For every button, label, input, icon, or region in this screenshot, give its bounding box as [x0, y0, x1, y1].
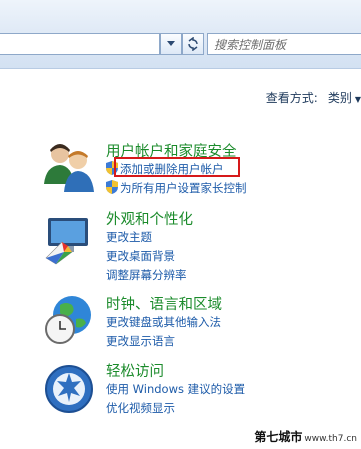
appearance-icon: [45, 218, 88, 265]
address-bar[interactable]: [0, 33, 160, 55]
ease-of-access-icon: [45, 365, 93, 413]
chevron-down-icon: [167, 41, 175, 46]
refresh-icon: [188, 37, 198, 51]
category-title[interactable]: 时钟、语言和区域: [106, 293, 222, 314]
change-display-language-link[interactable]: 更改显示语言: [106, 333, 175, 349]
parental-controls-link[interactable]: 为所有用户设置家长控制: [106, 180, 247, 196]
adjust-screen-resolution-link[interactable]: 调整屏幕分辨率: [106, 267, 187, 283]
change-desktop-background-link[interactable]: 更改桌面背景: [106, 248, 175, 264]
optimize-visual-display-link[interactable]: 优化视频显示: [106, 400, 175, 416]
change-theme-link[interactable]: 更改主题: [106, 229, 152, 245]
recommended-settings-link[interactable]: 使用 Windows 建议的设置: [106, 381, 245, 397]
view-by-value[interactable]: 类别: [328, 91, 352, 105]
view-by-label: 查看方式:: [265, 91, 318, 105]
top-toolbar: 搜索控制面板: [0, 0, 361, 69]
watermark-main: 第七城市: [254, 430, 303, 444]
clock-globe-icon: [45, 296, 91, 344]
change-keyboard-input-link[interactable]: 更改键盘或其他输入法: [106, 314, 221, 330]
search-placeholder: 搜索控制面板: [214, 37, 287, 52]
link-label: 为所有用户设置家长控制: [120, 181, 247, 195]
watermark-sub: www.th7.cn: [304, 434, 357, 444]
users-icon: [44, 144, 94, 192]
watermark: 第七城市 www.th7.cn: [254, 428, 357, 445]
shield-icon: [106, 180, 118, 194]
chevron-down-icon[interactable]: ▼: [355, 95, 361, 104]
view-by-control[interactable]: 查看方式: 类别 ▼: [266, 89, 361, 106]
red-highlight-box: [114, 157, 240, 177]
refresh-button[interactable]: [182, 33, 204, 55]
category-title[interactable]: 外观和个性化: [106, 208, 193, 229]
category-title[interactable]: 轻松访问: [106, 360, 164, 381]
address-dropdown-button[interactable]: [160, 33, 182, 55]
search-input[interactable]: 搜索控制面板: [207, 33, 361, 55]
